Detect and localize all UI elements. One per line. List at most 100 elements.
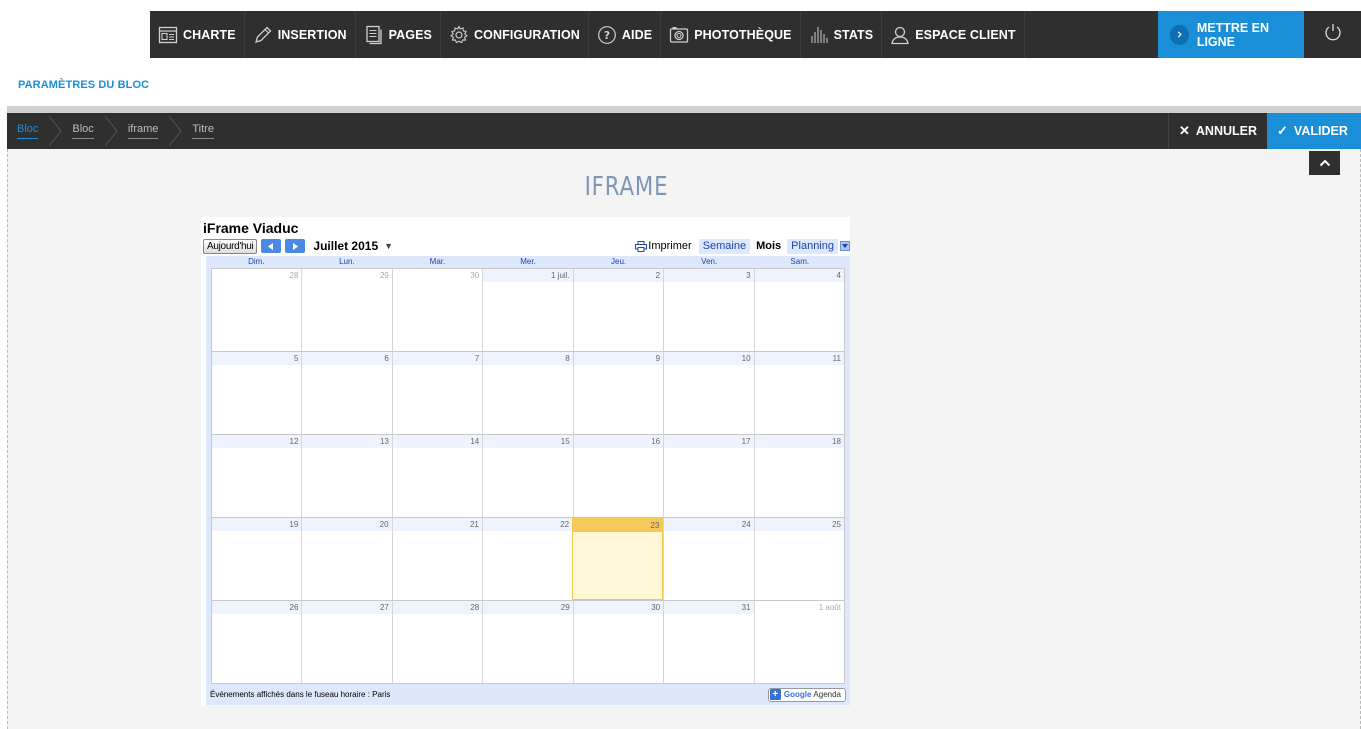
calendar-day-cell[interactable]: 28 [212,269,301,351]
cancel-button[interactable]: ✕ ANNULER [1167,113,1267,149]
day-number: 15 [560,437,570,446]
arrow-left-icon [268,242,274,250]
weekday-label: Mer. [520,257,536,266]
day-number: 25 [832,520,841,529]
prev-month-button[interactable] [261,239,282,253]
calendar-day-cell[interactable]: 15 [482,435,573,517]
calendar-day-cell[interactable]: 13 [301,435,392,517]
calendar-day-cell[interactable]: 30 [572,601,664,683]
menu-stats[interactable]: STATS [801,11,883,58]
calendar-day-cell[interactable]: 26 [212,601,302,683]
publish-button[interactable]: METTRE EN LIGNE [1158,11,1304,58]
today-button[interactable]: Aujourd'hui [203,238,258,254]
menu-aide[interactable]: ? AIDE [589,11,662,58]
calendar-day-cell[interactable]: 19 [212,518,302,600]
calendar-day-cell[interactable]: 23 [572,518,664,600]
calendar-day-cell[interactable]: 17 [663,435,754,517]
menu-pages[interactable]: PAGES [356,11,441,58]
calendar-day-cell[interactable]: 29 [301,269,391,351]
weekday-label: Ven. [701,257,718,266]
weekday-label: Mar. [429,257,446,266]
day-number-bar [664,601,754,614]
calendar-day-cell[interactable]: 27 [301,601,392,683]
day-number: 31 [741,603,751,612]
day-number: 5 [293,354,299,363]
chevron-separator-icon [104,113,118,149]
calendar-day-cell[interactable]: 1 juil. [482,269,573,351]
day-number-bar [664,435,754,448]
day-number: 1 août [818,603,841,612]
day-number-bar [573,435,664,448]
block-preview: IFRAME iFrame Viaduc Aujourd'hui Juillet… [7,149,1361,729]
calendar-day-cell[interactable]: 16 [572,435,664,517]
print-button[interactable]: Imprimer [635,240,692,252]
day-number: 11 [832,354,841,363]
calendar-day-cell[interactable]: 21 [391,518,482,600]
month-dropdown-icon[interactable]: ▼ [384,241,393,251]
calendar-footer: Événements affichés dans le fuseau horai… [206,684,850,705]
day-number: 24 [741,520,751,529]
calendar-day-cell[interactable]: 6 [301,352,392,434]
calendar-day-cell[interactable]: 31 [663,601,754,683]
calendar-day-cell[interactable]: 4 [753,269,844,351]
calendar-day-cell[interactable]: 29 [482,601,573,683]
breadcrumb-item-iframe[interactable]: iframe [127,123,159,139]
calendar-day-cell[interactable]: 18 [753,435,844,517]
menu-stats-label: STATS [833,27,874,42]
calendar-day-cell[interactable]: 30 [391,269,482,351]
calendar-day-cell[interactable]: 8 [482,352,573,434]
menu-espace-client[interactable]: ESPACE CLIENT [882,11,1025,58]
power-button[interactable] [1304,11,1361,58]
day-number: 10 [741,354,751,363]
calendar-day-cell[interactable]: 1 août [753,601,844,683]
calendar-day-cell[interactable]: 12 [212,435,302,517]
menu-charte[interactable]: CHARTE [150,11,245,58]
stats-bars-icon [809,25,829,45]
validate-button[interactable]: ✓ VALIDER [1267,113,1361,149]
help-icon: ? [597,25,617,45]
menu-phototheque[interactable]: PHOTOTHÈQUE [661,11,801,58]
day-number: 30 [651,603,661,612]
next-month-button[interactable] [285,239,306,253]
calendar-day-cell[interactable]: 24 [663,518,754,600]
calendar-day-cell[interactable]: 25 [753,518,844,600]
calendar-day-cell[interactable]: 28 [391,601,483,683]
calendar-day-cell[interactable]: 9 [572,352,664,434]
day-number: 21 [469,520,479,529]
calendar-day-cell[interactable]: 2 [572,269,664,351]
calendar-day-cell[interactable]: 11 [753,352,844,434]
day-number-bar [573,519,663,532]
menu-insertion[interactable]: INSERTION [245,11,356,58]
collapse-button[interactable] [1309,151,1340,175]
day-number: 6 [384,354,389,363]
view-dropdown-button[interactable] [840,241,850,251]
day-number-bar [754,518,844,531]
day-number-bar [212,518,302,531]
calendar-day-cell[interactable]: 10 [663,352,754,434]
breadcrumb-item-bloc-2[interactable]: Bloc [72,123,94,139]
google-agenda-button[interactable]: + Google Agenda [767,687,846,702]
menu-phototheque-label: PHOTOTHÈQUE [694,27,792,42]
calendar-day-cell[interactable]: 5 [212,352,302,434]
calendar-day-cell[interactable]: 3 [663,269,754,351]
calendar-day-cell[interactable]: 7 [391,352,483,434]
menu-configuration[interactable]: CONFIGURATION [441,11,589,58]
day-number: 8 [565,354,570,363]
plus-icon: + [769,689,781,700]
day-number: 17 [741,437,751,446]
breadcrumb-item-bloc-1[interactable]: Bloc [17,123,39,139]
day-number: 7 [474,354,480,363]
day-number: 9 [655,354,661,363]
tab-mois[interactable]: Mois [752,238,786,254]
tab-semaine[interactable]: Semaine [698,238,751,254]
calendar-day-cell[interactable]: 22 [481,518,573,600]
tab-planning[interactable]: Planning [787,238,838,254]
calendar-day-cell[interactable]: 14 [391,435,483,517]
day-number-bar [754,269,844,282]
day-number-bar [573,601,664,614]
section-title: PARAMÈTRES DU BLOC [18,79,150,91]
breadcrumb-item-titre[interactable]: Titre [192,123,214,139]
month-label: Juillet 2015 [313,239,379,253]
menu-pages-label: PAGES [388,27,432,42]
calendar-day-cell[interactable]: 20 [301,518,392,600]
